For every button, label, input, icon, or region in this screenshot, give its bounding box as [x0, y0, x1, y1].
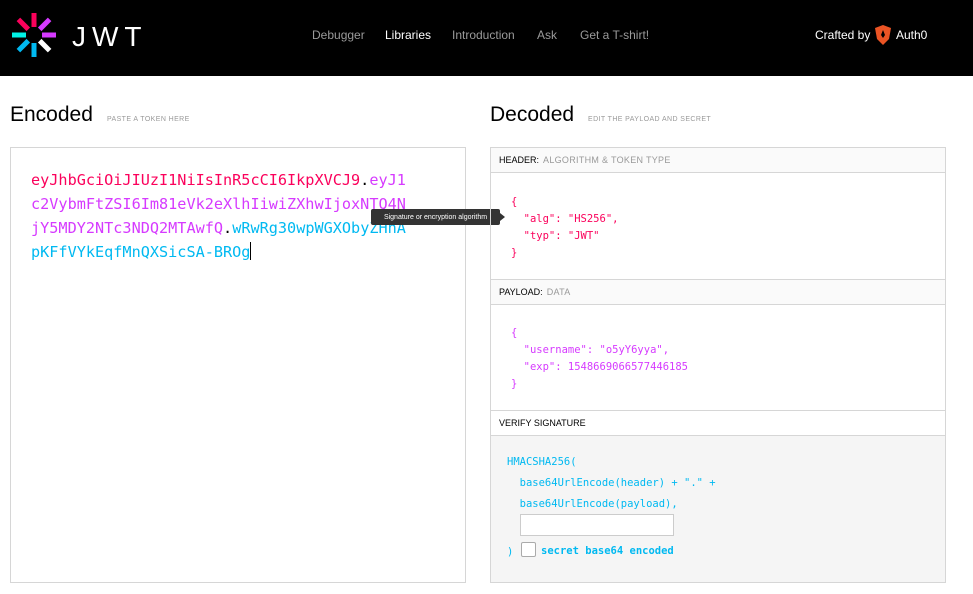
- verify-close-paren: ): [507, 546, 514, 558]
- encoded-subtitle: PASTE A TOKEN HERE: [107, 116, 190, 123]
- tooltip: Signature or encryption algorithm: [371, 209, 500, 225]
- header-panel-title: HEADER: ALGORITHM & TOKEN TYPE: [491, 148, 945, 173]
- decoded-title: Decoded: [490, 103, 575, 126]
- secret-input[interactable]: [520, 514, 674, 536]
- token-dot: .: [360, 171, 370, 189]
- decoded-subtitle: EDIT THE PAYLOAD AND SECRET: [588, 116, 712, 123]
- crafted-by-label: Crafted by: [815, 28, 871, 42]
- encoded-token-text[interactable]: eyJhbGciOiJIUzI1NiIsInR5cCI6IkpXVCJ9.eyJ…: [31, 168, 411, 264]
- jwt-wordmark: JWT: [72, 22, 148, 50]
- svg-text:JWT: JWT: [72, 22, 148, 50]
- verify-line-1: HMACSHA256(: [507, 456, 577, 468]
- payload-json-editor[interactable]: { "username": "o5yY6yya", "exp": 1548669…: [511, 325, 688, 393]
- payload-panel-title: PAYLOAD: DATA: [491, 280, 945, 305]
- decoded-panel: HEADER: ALGORITHM & TOKEN TYPE { "alg": …: [490, 147, 946, 583]
- auth0-shield-icon: [875, 25, 891, 45]
- navbar: JWT Debugger Libraries Introduction Ask …: [0, 0, 973, 76]
- base64-encoded-checkbox[interactable]: [521, 542, 536, 557]
- nav-ask[interactable]: Ask: [537, 0, 557, 70]
- auth0-brand: Auth0: [896, 28, 928, 42]
- verify-line-3: base64UrlEncode(payload),: [507, 498, 678, 510]
- verify-line-2: base64UrlEncode(header) + "." +: [507, 477, 716, 489]
- jwt-logo-icon[interactable]: [10, 11, 58, 59]
- nav-debugger[interactable]: Debugger: [312, 0, 365, 70]
- nav-introduction[interactable]: Introduction: [452, 0, 515, 70]
- nav-libraries[interactable]: Libraries: [385, 0, 431, 70]
- auth0-link[interactable]: Auth0: [874, 24, 927, 46]
- nav-get-tshirt[interactable]: Get a T-shirt!: [580, 0, 649, 70]
- header-json-editor[interactable]: { "alg": "HS256", "typ": "JWT" }: [511, 194, 618, 262]
- verify-panel-title: VERIFY SIGNATURE: [491, 411, 945, 436]
- text-caret: [250, 242, 252, 260]
- encoded-title: Encoded: [10, 103, 93, 126]
- token-dot: .: [223, 219, 233, 237]
- base64-encoded-label[interactable]: secret base64 encoded: [541, 545, 674, 557]
- token-header-part: eyJhbGciOiJIUzI1NiIsInR5cCI6IkpXVCJ9: [31, 171, 361, 189]
